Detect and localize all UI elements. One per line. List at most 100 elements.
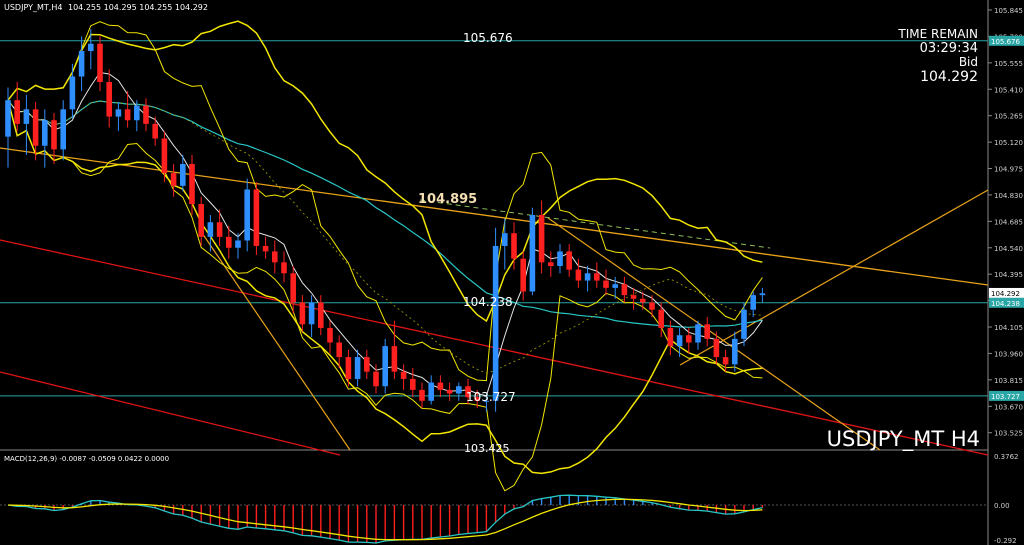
candle-bull: [502, 233, 508, 246]
candle-bear: [299, 302, 306, 325]
candle-bear: [538, 214, 545, 263]
candle-bear: [290, 273, 296, 303]
chart-watermark: USDJPY_MT H4: [827, 427, 980, 452]
price-tick-label: 104.685: [994, 218, 1023, 226]
candle-bear: [32, 109, 39, 146]
candle-bear: [272, 251, 278, 263]
price-tick-label: 105.845: [994, 7, 1023, 15]
candle-bull: [23, 109, 30, 124]
price-tick-label: 103.815: [994, 377, 1023, 385]
candle-bear: [437, 382, 444, 390]
price-tick-label: 105.120: [994, 139, 1023, 147]
resistance-price-tag: 105.676: [991, 38, 1020, 46]
candle-bull: [308, 302, 315, 325]
candle-bull: [5, 100, 11, 137]
candle-bull: [115, 109, 122, 117]
candle-bear: [410, 378, 416, 390]
macd-tick-label: 0.00: [994, 502, 1010, 510]
candle-bear: [658, 309, 664, 328]
candle-bear: [566, 251, 572, 270]
candle-bull: [759, 293, 766, 296]
bid-label: Bid: [959, 55, 978, 69]
candle-bull: [235, 240, 241, 248]
candle-bear: [373, 371, 379, 387]
candle-bear: [400, 371, 407, 379]
candle-bear: [327, 327, 333, 343]
candle-bull: [354, 357, 361, 379]
candle-bull: [382, 346, 388, 387]
mid-level-label: 104.238: [463, 295, 513, 309]
macd-tick-label: -0.292: [994, 537, 1017, 545]
candle-bear: [318, 302, 324, 328]
price-tick-label: 105.555: [994, 60, 1023, 68]
candle-bear: [667, 327, 674, 347]
price-tick-label: 105.410: [994, 86, 1023, 94]
candle-bear: [575, 269, 582, 281]
candle-bull: [428, 382, 434, 401]
candle-bear: [713, 338, 720, 358]
candle-bear: [124, 109, 131, 121]
candle-bear: [262, 245, 269, 252]
candle-bull: [60, 109, 66, 150]
support-level-label: 103.727: [466, 390, 516, 404]
candle-bear: [161, 138, 168, 174]
price-tick-label: 104.395: [994, 271, 1023, 279]
candle-bull: [69, 76, 76, 110]
candle-bull: [750, 295, 756, 310]
candle-bear: [391, 346, 398, 372]
trendline-value-label: 104.895: [418, 192, 477, 207]
candle-bull: [78, 51, 85, 77]
candle-bear: [446, 389, 453, 394]
candle-bull: [492, 245, 499, 401]
candle-bull: [456, 386, 462, 394]
price-tick-label: 104.975: [994, 166, 1023, 174]
ohlc-values: 104.255 104.295 104.255 104.292: [68, 3, 208, 12]
candle-bear: [51, 120, 57, 150]
candle-bear: [253, 189, 260, 246]
candle-bear: [170, 173, 177, 186]
candle-bull: [557, 251, 563, 266]
symbol-info: USDJPY_MT,H4: [4, 3, 62, 12]
price-chart[interactable]: 105.845105.700105.555105.410105.265105.1…: [0, 0, 1024, 545]
candle-bear: [143, 105, 149, 124]
candle-bear: [621, 284, 628, 296]
candle-bear: [281, 262, 287, 274]
candle-bear: [520, 258, 526, 292]
candle-bear: [97, 43, 103, 82]
candle-bull: [42, 120, 48, 146]
candle-bull: [741, 309, 747, 339]
candle-bull: [584, 273, 591, 281]
candle-bear: [548, 262, 554, 266]
candle-bear: [640, 298, 646, 303]
price-tick-label: 103.670: [994, 403, 1023, 411]
candle-bear: [419, 389, 425, 401]
candle-bull: [732, 338, 738, 365]
candle-bear: [226, 236, 232, 248]
candle-bull: [88, 43, 94, 52]
candle-bull: [134, 105, 140, 121]
candle-bear: [106, 81, 112, 117]
candle-bear: [511, 233, 517, 259]
price-tick-label: 104.830: [994, 192, 1023, 200]
candle-bear: [216, 222, 223, 237]
candle-bear: [686, 335, 692, 343]
support-price-tag: 103.727: [991, 393, 1020, 401]
price-tick-label: 103.960: [994, 350, 1023, 358]
candle-bull: [529, 214, 536, 292]
candle-bear: [345, 357, 352, 379]
candle-bear: [649, 302, 655, 310]
candle-bear: [152, 123, 158, 139]
price-tick-label: 104.105: [994, 324, 1023, 332]
candle-bull: [207, 222, 214, 237]
candle-bull: [695, 324, 701, 343]
price-tick-label: 104.540: [994, 245, 1023, 253]
current-price-tag: 104.292: [991, 290, 1020, 298]
bid-value: 104.292: [920, 69, 978, 85]
macd-tick-label: 0.3762: [994, 453, 1019, 461]
candle-bear: [198, 204, 204, 237]
time-remain-label: TIME REMAIN: [897, 27, 978, 41]
lower-level-label: 103.425: [464, 442, 510, 455]
mid-price-tag: 104.238: [991, 300, 1020, 308]
candle-bear: [594, 273, 600, 281]
candle-bear: [189, 163, 195, 205]
